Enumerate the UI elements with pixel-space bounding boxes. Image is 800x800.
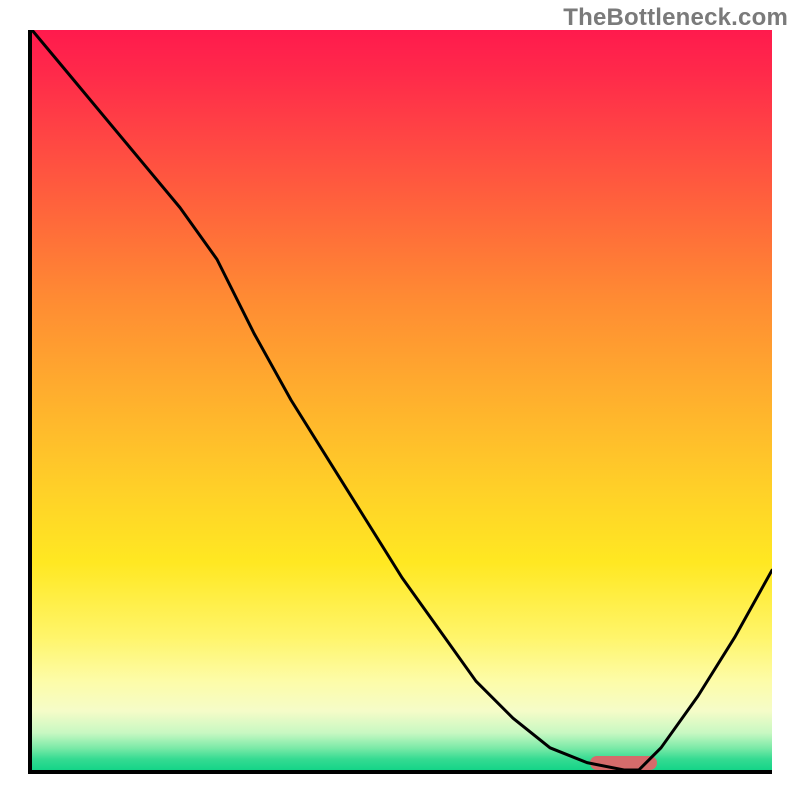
chart-container: TheBottleneck.com [0,0,800,800]
background-gradient [32,30,772,770]
optimal-marker [590,756,657,770]
watermark-text: TheBottleneck.com [563,4,788,32]
plot-area [28,30,772,774]
